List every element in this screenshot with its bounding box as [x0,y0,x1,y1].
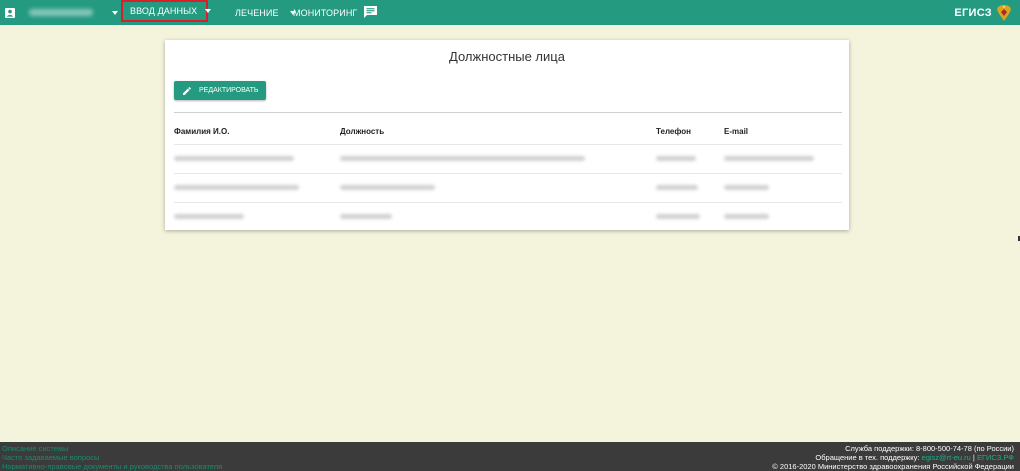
column-header-email: E-mail [724,127,749,136]
divider [174,112,842,113]
edit-button-label: Редактировать [199,87,259,94]
top-navigation-bar: Ввод данных Лечение Мониторинг ЕГИСЗ [0,0,1020,25]
support-phone: Служба поддержки: 8-800-500-74-78 (по Ро… [845,444,1014,453]
copyright: © 2016-2020 Министерство здравоохранения… [772,462,1014,471]
user-menu[interactable] [0,0,118,25]
support-email-link[interactable]: egisz@rt-eu.ru [922,453,971,462]
edit-button[interactable]: Редактировать [174,81,266,100]
redacted-phone [656,156,696,161]
chevron-down-icon [205,9,212,13]
link-faq[interactable]: Часто задаваемые вопросы [2,453,222,462]
footer: Описание системы Часто задаваемые вопрос… [0,442,1020,471]
link-system-description[interactable]: Описание системы [2,444,222,453]
redacted-name [174,156,294,161]
redacted-email [724,214,769,219]
row-divider [174,173,842,174]
redacted-email [724,185,769,190]
support-contact: Обращение в тех. поддержку: egisz@rt-eu.… [772,453,1014,462]
officials-card: Должностные лица Редактировать Фамилия И… [165,40,849,230]
redacted-phone [656,214,700,219]
brand-label: ЕГИСЗ [954,6,992,19]
redacted-position [340,214,392,219]
chat-icon[interactable] [364,6,377,18]
column-header-position: Должность [340,127,385,136]
footer-links: Описание системы Часто задаваемые вопрос… [2,444,222,471]
menu-data-entry-label: Ввод данных [130,6,198,16]
menu-monitoring[interactable]: Мониторинг [285,0,365,25]
redacted-position [340,156,585,161]
menu-treatment-label: Лечение [235,7,279,18]
redacted-name [174,185,299,190]
account-box-icon [5,7,15,18]
menu-monitoring-label: Мониторинг [293,7,358,18]
pencil-icon [183,86,191,95]
column-header-name: Фамилия И.О. [174,127,230,136]
redacted-phone [656,185,698,190]
redacted-position [340,185,435,190]
egisz-site-link[interactable]: ЕГИСЗ.РФ [977,453,1014,462]
footer-support-info: Служба поддержки: 8-800-500-74-78 (по Ро… [772,444,1014,471]
support-contact-prefix: Обращение в тех. поддержку: [815,453,922,462]
column-header-phone: Телефон [656,127,691,136]
user-name-redacted [29,9,93,16]
row-divider [174,144,842,145]
redacted-email [724,156,814,161]
row-divider [174,202,842,203]
link-documents[interactable]: Нормативно-правовые документы и руководс… [2,462,222,471]
page-title: Должностные лица [449,49,565,64]
redacted-name [174,214,244,219]
coat-of-arms-icon [997,4,1011,21]
chevron-down-icon [112,10,118,15]
brand[interactable]: ЕГИСЗ [954,0,1012,25]
menu-data-entry[interactable]: Ввод данных [121,0,212,22]
